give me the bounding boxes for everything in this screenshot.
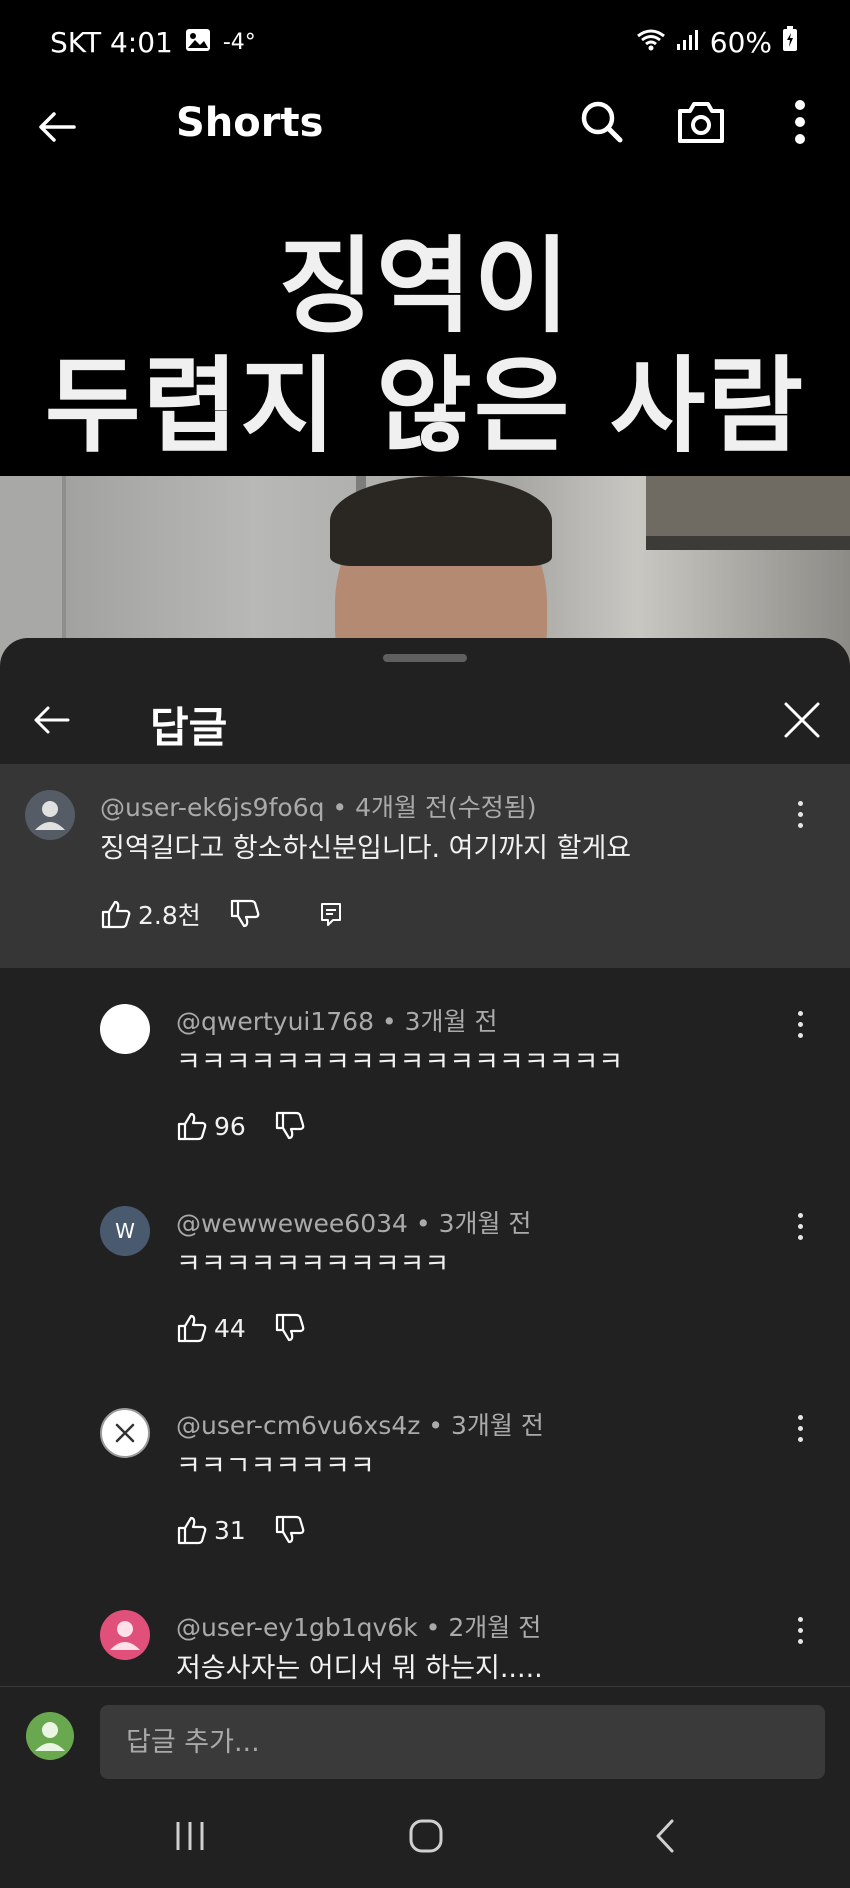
dislike-button[interactable] bbox=[274, 1515, 306, 1545]
reply-item: @qwertyui1768 • 3개월 전 ㅋㅋㅋㅋㅋㅋㅋㅋㅋㅋㅋㅋㅋㅋㅋㅋㅋㅋ… bbox=[0, 988, 850, 1188]
reply-meta: @wewwewee6034 • 3개월 전 bbox=[176, 1209, 532, 1238]
more-options-button[interactable] bbox=[772, 94, 828, 150]
reply-text: 저승사자는 어디서 뭐 하는지..... bbox=[176, 1653, 543, 1684]
reply-actions: 96 bbox=[176, 1106, 306, 1146]
parent-comment: @user-ek6js9fo6q • 4개월 전(수정됨) 징역길다고 항소하신… bbox=[0, 764, 850, 968]
reply-more-button[interactable] bbox=[790, 1004, 810, 1044]
default-avatar-icon bbox=[35, 1722, 65, 1751]
temperature: -4° bbox=[222, 29, 256, 55]
comment-actions: 2.8천 bbox=[100, 894, 343, 934]
video-caption: 징역이 두렵지 않은 사람 bbox=[0, 226, 850, 466]
like-count: 2.8천 bbox=[138, 901, 201, 930]
comment-reply-icon bbox=[320, 903, 341, 926]
battery-level: 60% bbox=[709, 25, 772, 59]
thumb-down-icon bbox=[275, 1313, 305, 1342]
like-button[interactable]: 2.8천 bbox=[100, 896, 201, 932]
sheet-header: 답글 bbox=[0, 674, 850, 764]
more-vert-icon bbox=[795, 100, 805, 144]
reply-actions: 31 bbox=[176, 1510, 306, 1550]
avatar[interactable] bbox=[100, 1610, 150, 1660]
reply-input[interactable] bbox=[100, 1705, 825, 1779]
close-icon bbox=[784, 702, 820, 738]
page-title: Shorts bbox=[176, 100, 324, 146]
like-count: 44 bbox=[214, 1313, 246, 1343]
home-button[interactable] bbox=[396, 1808, 456, 1864]
avatar-letter: W bbox=[115, 1219, 135, 1243]
avatar[interactable]: W bbox=[100, 1206, 150, 1256]
close-icon bbox=[115, 1423, 135, 1443]
video-player[interactable]: 징역이 두렵지 않은 사람 bbox=[0, 194, 850, 676]
back-button[interactable] bbox=[34, 102, 84, 152]
reply-more-button[interactable] bbox=[790, 1408, 810, 1448]
like-button[interactable]: 44 bbox=[176, 1313, 246, 1343]
reply-meta: @qwertyui1768 • 3개월 전 bbox=[176, 1007, 498, 1036]
reply-meta: @user-ey1gb1qv6k • 2개월 전 bbox=[176, 1613, 542, 1642]
sheet-back-button[interactable] bbox=[30, 698, 74, 742]
arrow-left-icon bbox=[39, 112, 76, 142]
nav-back-button[interactable] bbox=[635, 1808, 695, 1864]
thumb-up-icon bbox=[177, 1112, 207, 1141]
reply-button[interactable] bbox=[319, 901, 343, 927]
recent-apps-button[interactable] bbox=[160, 1808, 220, 1864]
status-bar: SKT 4:01 -4° 60% bbox=[0, 0, 850, 84]
signal-icon bbox=[676, 26, 700, 59]
reply-text: ㅋㅋㅋㅋㅋㅋㅋㅋㅋㅋㅋ bbox=[176, 1249, 450, 1280]
home-icon bbox=[409, 1819, 443, 1853]
comment-text: 징역길다고 항소하신분입니다. 여기까지 할게요 bbox=[100, 833, 632, 864]
reply-actions: 44 bbox=[176, 1308, 306, 1348]
thumb-down-icon bbox=[275, 1515, 305, 1544]
caption-line-1: 징역이 bbox=[278, 225, 572, 347]
dislike-button[interactable] bbox=[274, 1313, 306, 1343]
battery-icon bbox=[782, 25, 798, 59]
default-avatar-icon bbox=[35, 801, 65, 830]
drag-handle[interactable] bbox=[383, 654, 467, 662]
carrier-time: SKT 4:01 bbox=[50, 25, 173, 59]
thumb-down-icon bbox=[275, 1111, 305, 1140]
arrow-left-icon bbox=[34, 706, 70, 734]
wifi-icon bbox=[636, 26, 666, 59]
thumb-up-icon bbox=[177, 1516, 207, 1545]
caption-line-2: 두렵지 않은 사람 bbox=[44, 345, 806, 467]
thumb-up-icon bbox=[101, 900, 131, 929]
app-bar: Shorts bbox=[0, 84, 850, 194]
chevron-left-icon bbox=[656, 1819, 674, 1853]
reply-more-button[interactable] bbox=[790, 1610, 810, 1650]
recent-apps-icon bbox=[176, 1822, 204, 1850]
search-icon bbox=[581, 101, 623, 143]
reply-meta: @user-cm6vu6xs4z • 3개월 전 bbox=[176, 1411, 544, 1440]
like-button[interactable]: 96 bbox=[176, 1111, 246, 1141]
current-user-avatar[interactable] bbox=[26, 1712, 74, 1760]
reply-input-bar bbox=[0, 1686, 850, 1786]
reply-text: ㅋㅋㄱㅋㅋㅋㅋㅋ bbox=[176, 1451, 375, 1482]
camera-icon bbox=[678, 102, 724, 143]
thumb-up-icon bbox=[177, 1314, 207, 1343]
close-button[interactable] bbox=[782, 700, 822, 740]
camera-button[interactable] bbox=[673, 94, 729, 150]
reply-text: ㅋㅋㅋㅋㅋㅋㅋㅋㅋㅋㅋㅋㅋㅋㅋㅋㅋㅋ bbox=[176, 1047, 624, 1078]
dislike-button[interactable] bbox=[274, 1111, 306, 1141]
dislike-button[interactable] bbox=[229, 899, 261, 929]
system-nav-bar bbox=[0, 1786, 850, 1888]
avatar[interactable] bbox=[25, 790, 75, 840]
thumb-down-icon bbox=[230, 899, 260, 928]
search-button[interactable] bbox=[574, 94, 630, 150]
like-button[interactable]: 31 bbox=[176, 1515, 246, 1545]
avatar[interactable] bbox=[100, 1408, 150, 1458]
reply-item: @user-cm6vu6xs4z • 3개월 전 ㅋㅋㄱㅋㅋㅋㅋㅋ 31 bbox=[0, 1392, 850, 1592]
default-avatar-icon bbox=[110, 1621, 140, 1650]
sheet-title: 답글 bbox=[150, 703, 228, 752]
like-count: 96 bbox=[214, 1111, 246, 1141]
avatar[interactable] bbox=[100, 1004, 150, 1054]
comment-more-button[interactable] bbox=[790, 794, 810, 834]
reply-more-button[interactable] bbox=[790, 1206, 810, 1246]
gallery-notification-icon bbox=[185, 26, 211, 59]
reply-item: W @wewwewee6034 • 3개월 전 ㅋㅋㅋㅋㅋㅋㅋㅋㅋㅋㅋ 44 bbox=[0, 1190, 850, 1390]
comment-meta: @user-ek6js9fo6q • 4개월 전(수정됨) bbox=[100, 793, 537, 822]
like-count: 31 bbox=[214, 1515, 246, 1545]
